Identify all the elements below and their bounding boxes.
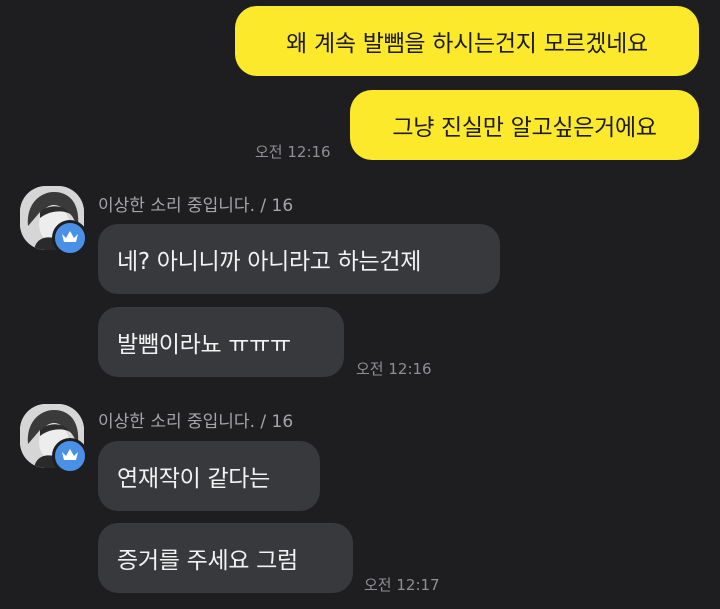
crown-badge: [52, 220, 88, 256]
message-timestamp: 오전 12:16: [255, 143, 331, 161]
message-timestamp: 오전 12:16: [356, 360, 432, 378]
their-message-bubble[interactable]: 증거를 주세요 그럼: [98, 523, 353, 593]
their-message-text: 네? 아니니까 아니라고 하는건제: [117, 249, 422, 275]
message-timestamp: 오전 12:17: [364, 576, 440, 594]
my-message-text: 왜 계속 발뺌을 하시는건지 모르겠네요: [286, 31, 648, 57]
their-message-bubble[interactable]: 연재작이 같다는: [98, 441, 320, 511]
crown-icon: [61, 229, 79, 248]
crown-badge: [52, 438, 88, 474]
their-message-bubble[interactable]: 네? 아니니까 아니라고 하는건제: [98, 224, 500, 294]
my-message-text: 그냥 진실만 알고싶은거에요: [392, 115, 657, 141]
their-message-text: 발뺌이라뇨 ㅠㅠㅠ: [117, 332, 291, 358]
their-message-bubble[interactable]: 발뺌이라뇨 ㅠㅠㅠ: [98, 307, 344, 377]
my-message-bubble[interactable]: 왜 계속 발뺌을 하시는건지 모르겠네요: [235, 6, 699, 76]
sender-name: 이상한 소리 중입니다. / 16: [98, 196, 294, 216]
crown-icon: [61, 447, 79, 466]
their-message-text: 증거를 주세요 그럼: [117, 548, 298, 574]
their-message-text: 연재작이 같다는: [117, 466, 271, 492]
my-message-bubble[interactable]: 그냥 진실만 알고싶은거에요: [350, 90, 699, 160]
sender-name: 이상한 소리 중입니다. / 16: [98, 412, 294, 432]
